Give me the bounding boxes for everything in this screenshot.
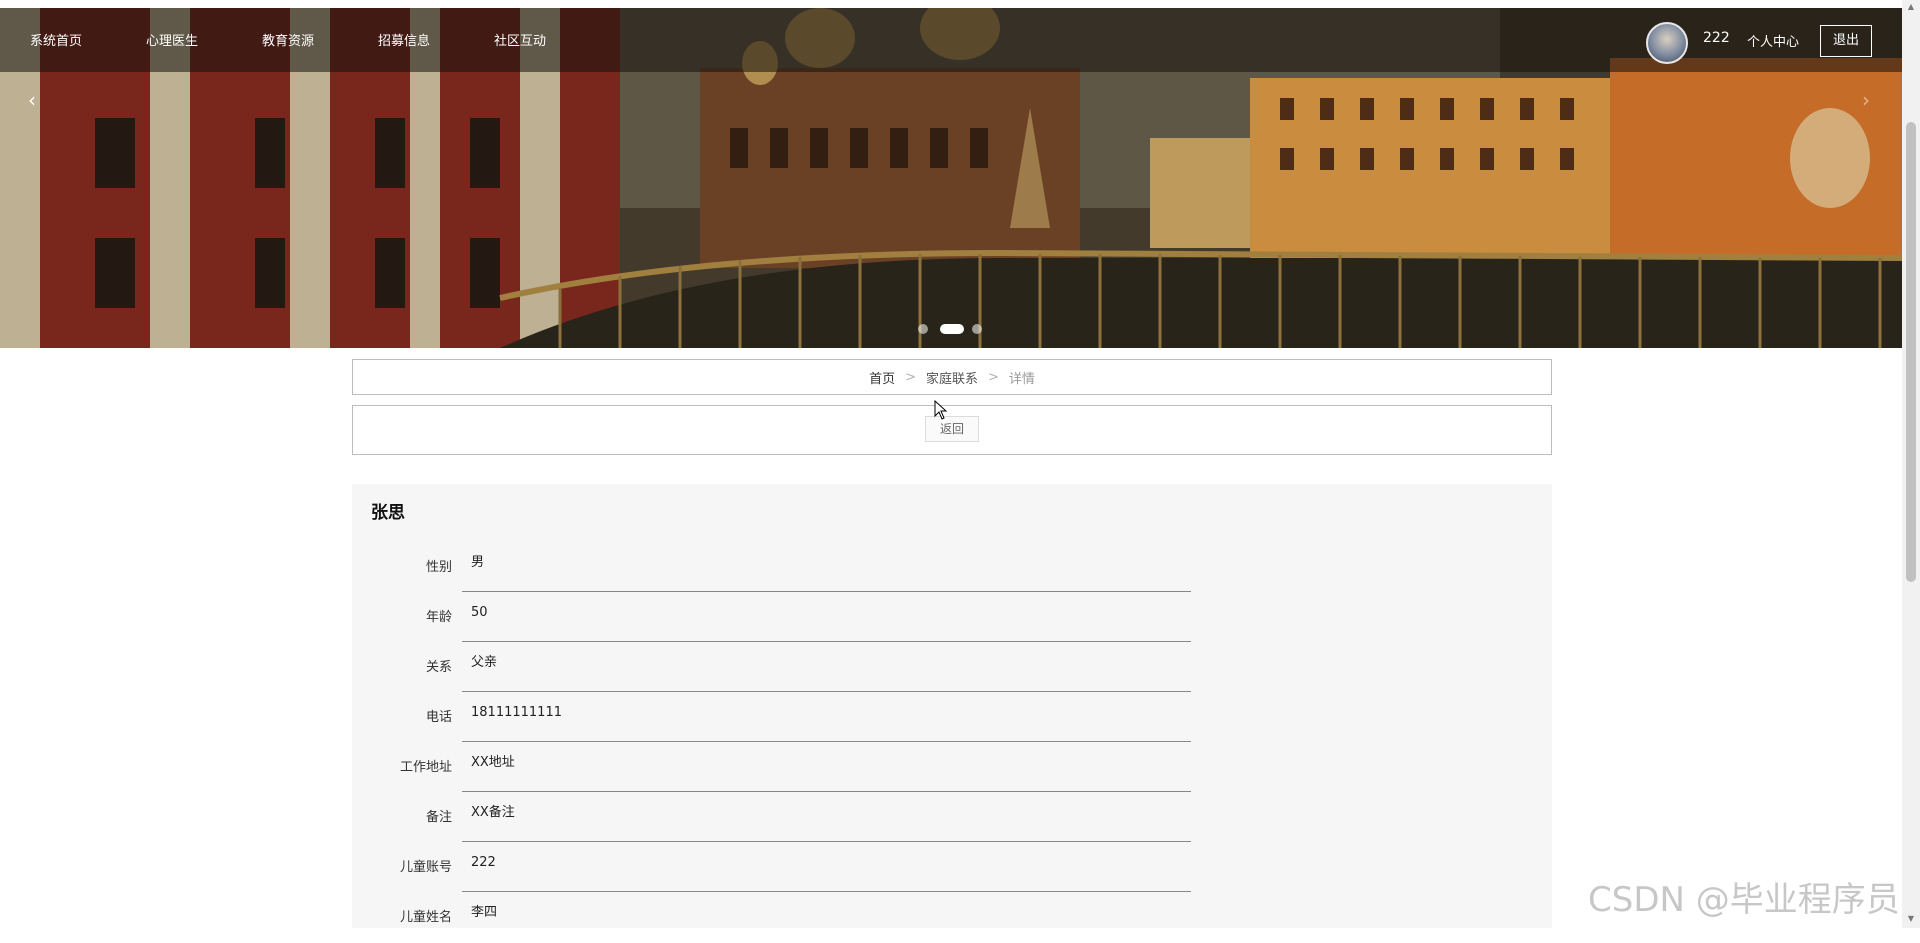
carousel-prev-icon[interactable]: ‹ [28, 88, 36, 112]
field-label: 性别 [425, 560, 452, 575]
field-label: 儿童姓名 [399, 910, 452, 925]
field-label: 备注 [425, 810, 452, 825]
field-value: 50 [462, 593, 1191, 642]
breadcrumb-home[interactable]: 首页 [869, 368, 895, 387]
detail-title: 张思 [371, 503, 405, 523]
field-value: 李四 [471, 905, 498, 920]
field-value: XX地址 [462, 743, 1191, 792]
carousel-dot-2[interactable] [940, 324, 964, 334]
mouse-cursor-icon [934, 400, 948, 420]
hero-banner: 系统首页 心理医生 教育资源 招募信息 社区互动 222 个人中心 退出 ‹ › [0, 8, 1902, 348]
field-relation: 关系 父亲 [352, 643, 1192, 693]
field-work-address: 工作地址 XX地址 [352, 743, 1192, 793]
breadcrumb-separator: > [988, 369, 999, 385]
field-age: 年龄 50 [352, 593, 1192, 643]
avatar[interactable] [1646, 22, 1688, 64]
field-label: 电话 [425, 710, 452, 725]
breadcrumb: 首页 > 家庭联系 > 详情 [352, 359, 1552, 395]
nav-item-psychologist[interactable]: 心理医生 [146, 30, 198, 49]
profile-center-link[interactable]: 个人中心 [1747, 31, 1799, 50]
watermark: CSDN @毕业程序员 [1588, 880, 1900, 920]
breadcrumb-current: 详情 [1008, 371, 1035, 387]
field-label: 关系 [425, 660, 452, 675]
detail-card: 张思 性别 男 年龄 50 关系 父亲 电话 18111111111 工作地址 … [352, 484, 1552, 928]
carousel-next-icon[interactable]: › [1862, 88, 1870, 112]
carousel-dot-1[interactable] [918, 324, 928, 334]
field-label: 工作地址 [399, 760, 452, 775]
scrollbar-thumb[interactable] [1906, 122, 1916, 582]
top-navbar: 系统首页 心理医生 教育资源 招募信息 社区互动 222 个人中心 退出 [0, 8, 1902, 72]
field-remark: 备注 XX备注 [352, 793, 1192, 843]
field-value: 222 [462, 843, 1191, 892]
scroll-up-icon[interactable]: ▲ [1906, 2, 1916, 11]
field-value: XX备注 [462, 793, 1191, 842]
field-label: 儿童账号 [399, 860, 452, 875]
nav-item-recruitment[interactable]: 招募信息 [378, 30, 430, 49]
nav-item-home[interactable]: 系统首页 [30, 30, 82, 49]
nav-item-community[interactable]: 社区互动 [494, 30, 546, 49]
logout-button[interactable]: 退出 [1820, 25, 1872, 57]
field-value: 18111111111 [462, 693, 1191, 742]
breadcrumb-family-contact[interactable]: 家庭联系 [926, 368, 978, 387]
nav-item-education[interactable]: 教育资源 [262, 30, 314, 49]
field-value: 父亲 [462, 643, 1191, 692]
field-label: 年龄 [425, 610, 452, 625]
carousel-dot-3[interactable] [972, 324, 982, 334]
breadcrumb-separator: > [905, 369, 916, 385]
field-gender: 性别 男 [352, 543, 1192, 593]
field-value: 男 [462, 543, 1191, 592]
back-bar: 返回 [352, 405, 1552, 455]
scroll-down-icon[interactable]: ▼ [1906, 914, 1916, 923]
field-child-account: 儿童账号 222 [352, 843, 1192, 893]
field-phone: 电话 18111111111 [352, 693, 1192, 743]
username: 222 [1703, 30, 1730, 46]
field-child-name: 儿童姓名 李四 [352, 893, 1192, 943]
